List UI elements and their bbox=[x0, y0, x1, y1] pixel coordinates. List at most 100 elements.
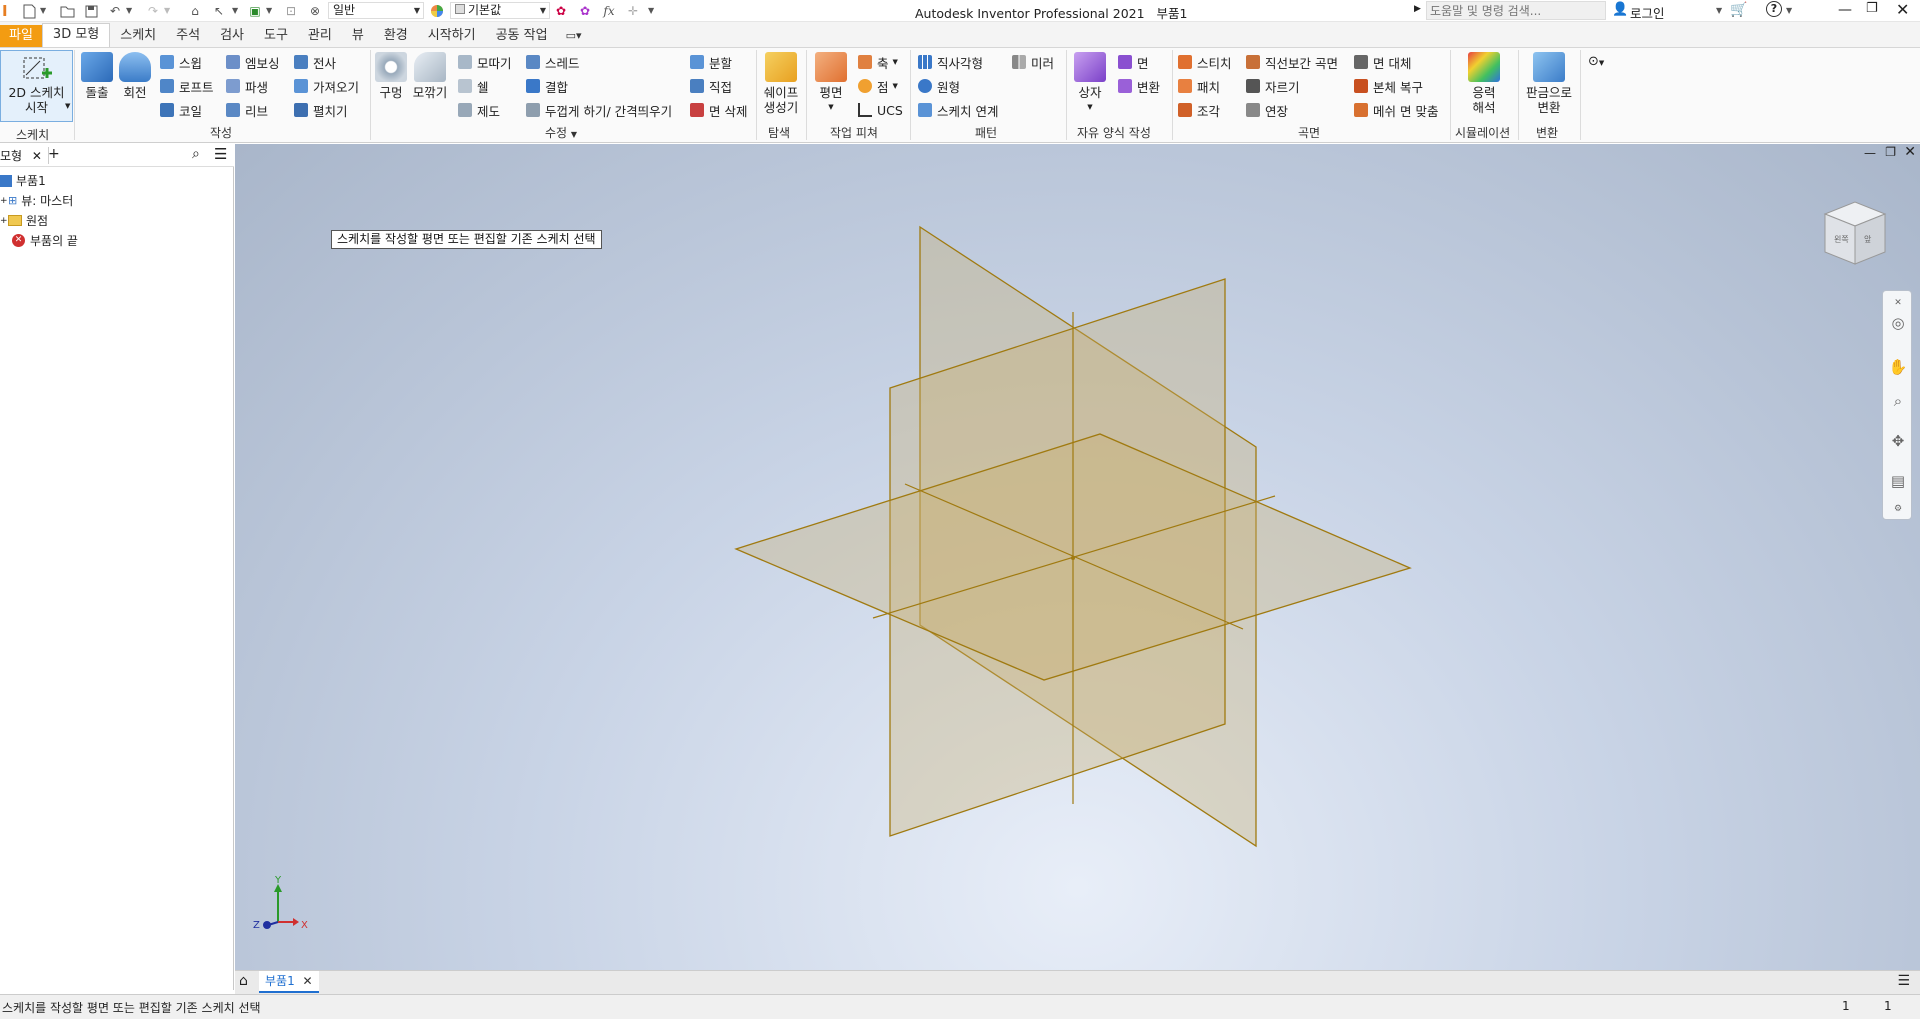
patch-button[interactable]: 패치 bbox=[1178, 76, 1220, 96]
home-icon[interactable]: ⌂ bbox=[186, 2, 204, 20]
help-icon[interactable]: ? bbox=[1766, 1, 1782, 17]
customize-dropdown-icon[interactable]: ▼ bbox=[648, 6, 654, 15]
material-combo[interactable]: 기본값 ▼ bbox=[450, 2, 550, 19]
start-2d-sketch-button[interactable]: 2D 스케치 시작 bbox=[0, 50, 73, 122]
point-button[interactable]: 점 ▼ bbox=[858, 76, 898, 96]
app-logo-icon[interactable]: I bbox=[2, 2, 12, 20]
unfold-button[interactable]: 펼치기 bbox=[294, 100, 348, 120]
fillet-button[interactable]: 모깎기 bbox=[410, 52, 450, 100]
stress-analysis-button[interactable]: 응력 해석 bbox=[1454, 52, 1514, 115]
pan-icon[interactable]: ✋ bbox=[1888, 357, 1908, 377]
color-wheel-icon[interactable] bbox=[428, 2, 446, 20]
parameters-icon[interactable]: fx bbox=[600, 2, 618, 20]
axis-dropdown-icon[interactable]: ▼ bbox=[893, 58, 898, 66]
steering-wheel-icon[interactable]: ◎ bbox=[1888, 313, 1908, 333]
tab-view[interactable]: 뷰 bbox=[342, 25, 374, 47]
add-icon[interactable]: ✛ bbox=[624, 2, 642, 20]
panel-expand-icon[interactable]: ▼ bbox=[571, 130, 577, 139]
restore-button[interactable]: ❐ bbox=[1866, 1, 1878, 16]
axis-button[interactable]: 축 ▼ bbox=[858, 52, 898, 72]
help-dropdown-icon[interactable]: ▼ bbox=[1786, 6, 1792, 15]
undo-icon[interactable]: ↶ bbox=[106, 2, 124, 20]
new-dropdown-icon[interactable]: ▼ bbox=[40, 6, 46, 15]
open-icon[interactable] bbox=[58, 2, 76, 20]
ribbon-options-button[interactable]: ▭▾ bbox=[558, 25, 590, 47]
tab-collaborate[interactable]: 공동 작업 bbox=[486, 25, 558, 47]
search-icon[interactable]: ⌕ bbox=[192, 146, 200, 162]
navbar-close-icon[interactable]: ✕ bbox=[1888, 293, 1908, 313]
tab-file[interactable]: 파일 bbox=[0, 25, 42, 47]
replace-face-button[interactable]: 면 대체 bbox=[1354, 52, 1411, 72]
sculpt-button[interactable]: 조각 bbox=[1178, 100, 1220, 120]
home-tab-icon[interactable]: ⌂ bbox=[239, 973, 248, 989]
start-sketch-dropdown-icon[interactable]: ▼ bbox=[65, 102, 70, 110]
stitch-button[interactable]: 스티치 bbox=[1178, 52, 1232, 72]
update-dropdown-icon[interactable]: ▼ bbox=[266, 6, 272, 15]
doc-tab-part1[interactable]: 부품1 ✕ bbox=[259, 971, 319, 993]
undo-dropdown-icon[interactable]: ▼ bbox=[126, 6, 132, 15]
help-search-input[interactable] bbox=[1426, 1, 1606, 20]
search-arrow-icon[interactable]: ▶ bbox=[1414, 4, 1421, 14]
plane-button[interactable]: 평면 ▼ bbox=[810, 52, 852, 115]
adjust-appearance-icon[interactable]: ✿ bbox=[552, 2, 570, 20]
circular-pattern-button[interactable]: 원형 bbox=[918, 76, 960, 96]
rectangular-pattern-button[interactable]: 직사각형 bbox=[918, 52, 983, 72]
ruled-surface-button[interactable]: 직선보간 곡면 bbox=[1246, 52, 1338, 72]
fit-mesh-face-button[interactable]: 메쉬 면 맞춤 bbox=[1354, 100, 1438, 120]
thread-button[interactable]: 스레드 bbox=[526, 52, 580, 72]
close-doc-tab-icon[interactable]: ✕ bbox=[303, 974, 313, 988]
cart-icon[interactable]: 🛒 bbox=[1730, 2, 1747, 18]
appearance-combo[interactable]: 일반 ▼ bbox=[328, 2, 424, 19]
extend-button[interactable]: 연장 bbox=[1246, 100, 1288, 120]
login-button[interactable]: 로그인 bbox=[1630, 3, 1665, 22]
close-button[interactable]: ✕ bbox=[1896, 0, 1909, 19]
redo-dropdown-icon[interactable]: ▼ bbox=[164, 6, 170, 15]
tab-environments[interactable]: 환경 bbox=[374, 25, 418, 47]
derive-button[interactable]: 파생 bbox=[226, 76, 268, 96]
tree-item-part[interactable]: 부품1 bbox=[0, 172, 46, 189]
select-dropdown-icon[interactable]: ▼ bbox=[232, 6, 238, 15]
doc-tab-menu-icon[interactable]: ☰ bbox=[1897, 973, 1910, 989]
extrude-button[interactable]: 돌출 bbox=[78, 52, 116, 100]
mirror-button[interactable]: 미러 bbox=[1012, 52, 1054, 72]
thicken-offset-button[interactable]: 두껍게 하기/ 간격띄우기 bbox=[526, 100, 672, 120]
save-icon[interactable] bbox=[82, 2, 100, 20]
chamfer-button[interactable]: 모따기 bbox=[458, 52, 512, 72]
tab-inspect[interactable]: 검사 bbox=[210, 25, 254, 47]
origin-planes[interactable] bbox=[235, 144, 1920, 970]
appearance-icon[interactable]: ⊗ bbox=[306, 2, 324, 20]
tree-item-origin[interactable]: + 원점 bbox=[0, 212, 48, 229]
hole-button[interactable]: 구멍 bbox=[372, 52, 410, 100]
add-tab-icon[interactable]: + bbox=[48, 146, 60, 162]
box-dropdown-icon[interactable]: ▼ bbox=[1087, 100, 1092, 115]
new-file-icon[interactable] bbox=[20, 2, 38, 20]
measure-icon[interactable]: ⊡ bbox=[282, 2, 300, 20]
close-tab-icon[interactable]: ✕ bbox=[32, 149, 42, 163]
convert-to-sheet-metal-button[interactable]: 판금으로 변환 bbox=[1522, 52, 1576, 115]
tab-manage[interactable]: 관리 bbox=[298, 25, 342, 47]
expand-icon[interactable]: + bbox=[0, 216, 8, 226]
draft-button[interactable]: 제도 bbox=[458, 100, 500, 120]
shape-generator-button[interactable]: 쉐이프 생성기 bbox=[758, 52, 804, 115]
freeform-face-button[interactable]: 면 bbox=[1118, 52, 1149, 72]
combine-button[interactable]: 결합 bbox=[526, 76, 568, 96]
tree-item-view[interactable]: + ⊞ 뷰: 마스터 bbox=[0, 192, 73, 209]
repair-bodies-button[interactable]: 본체 복구 bbox=[1354, 76, 1423, 96]
menu-icon[interactable]: ☰ bbox=[214, 145, 227, 163]
coil-button[interactable]: 코일 bbox=[160, 100, 202, 120]
loft-button[interactable]: 로프트 bbox=[160, 76, 214, 96]
ribbon-extra-menu-icon[interactable]: ⊙▼ bbox=[1588, 54, 1604, 69]
sweep-button[interactable]: 스윕 bbox=[160, 52, 202, 72]
tab-model[interactable]: 모형 ✕ bbox=[0, 147, 49, 164]
revolve-button[interactable]: 회전 bbox=[116, 52, 154, 100]
redo-icon[interactable]: ↷ bbox=[144, 2, 162, 20]
tab-tools[interactable]: 도구 bbox=[254, 25, 298, 47]
user-icon[interactable]: 👤 bbox=[1612, 2, 1628, 17]
orbit-icon[interactable]: ✥ bbox=[1888, 431, 1908, 451]
plane-dropdown-icon[interactable]: ▼ bbox=[828, 100, 833, 115]
origin-point[interactable] bbox=[1071, 556, 1075, 560]
import-button[interactable]: 가져오기 bbox=[294, 76, 359, 96]
sketch-driven-pattern-button[interactable]: 스케치 연계 bbox=[918, 100, 998, 120]
direct-button[interactable]: 직접 bbox=[690, 76, 732, 96]
look-at-icon[interactable]: ▤ bbox=[1888, 471, 1908, 491]
